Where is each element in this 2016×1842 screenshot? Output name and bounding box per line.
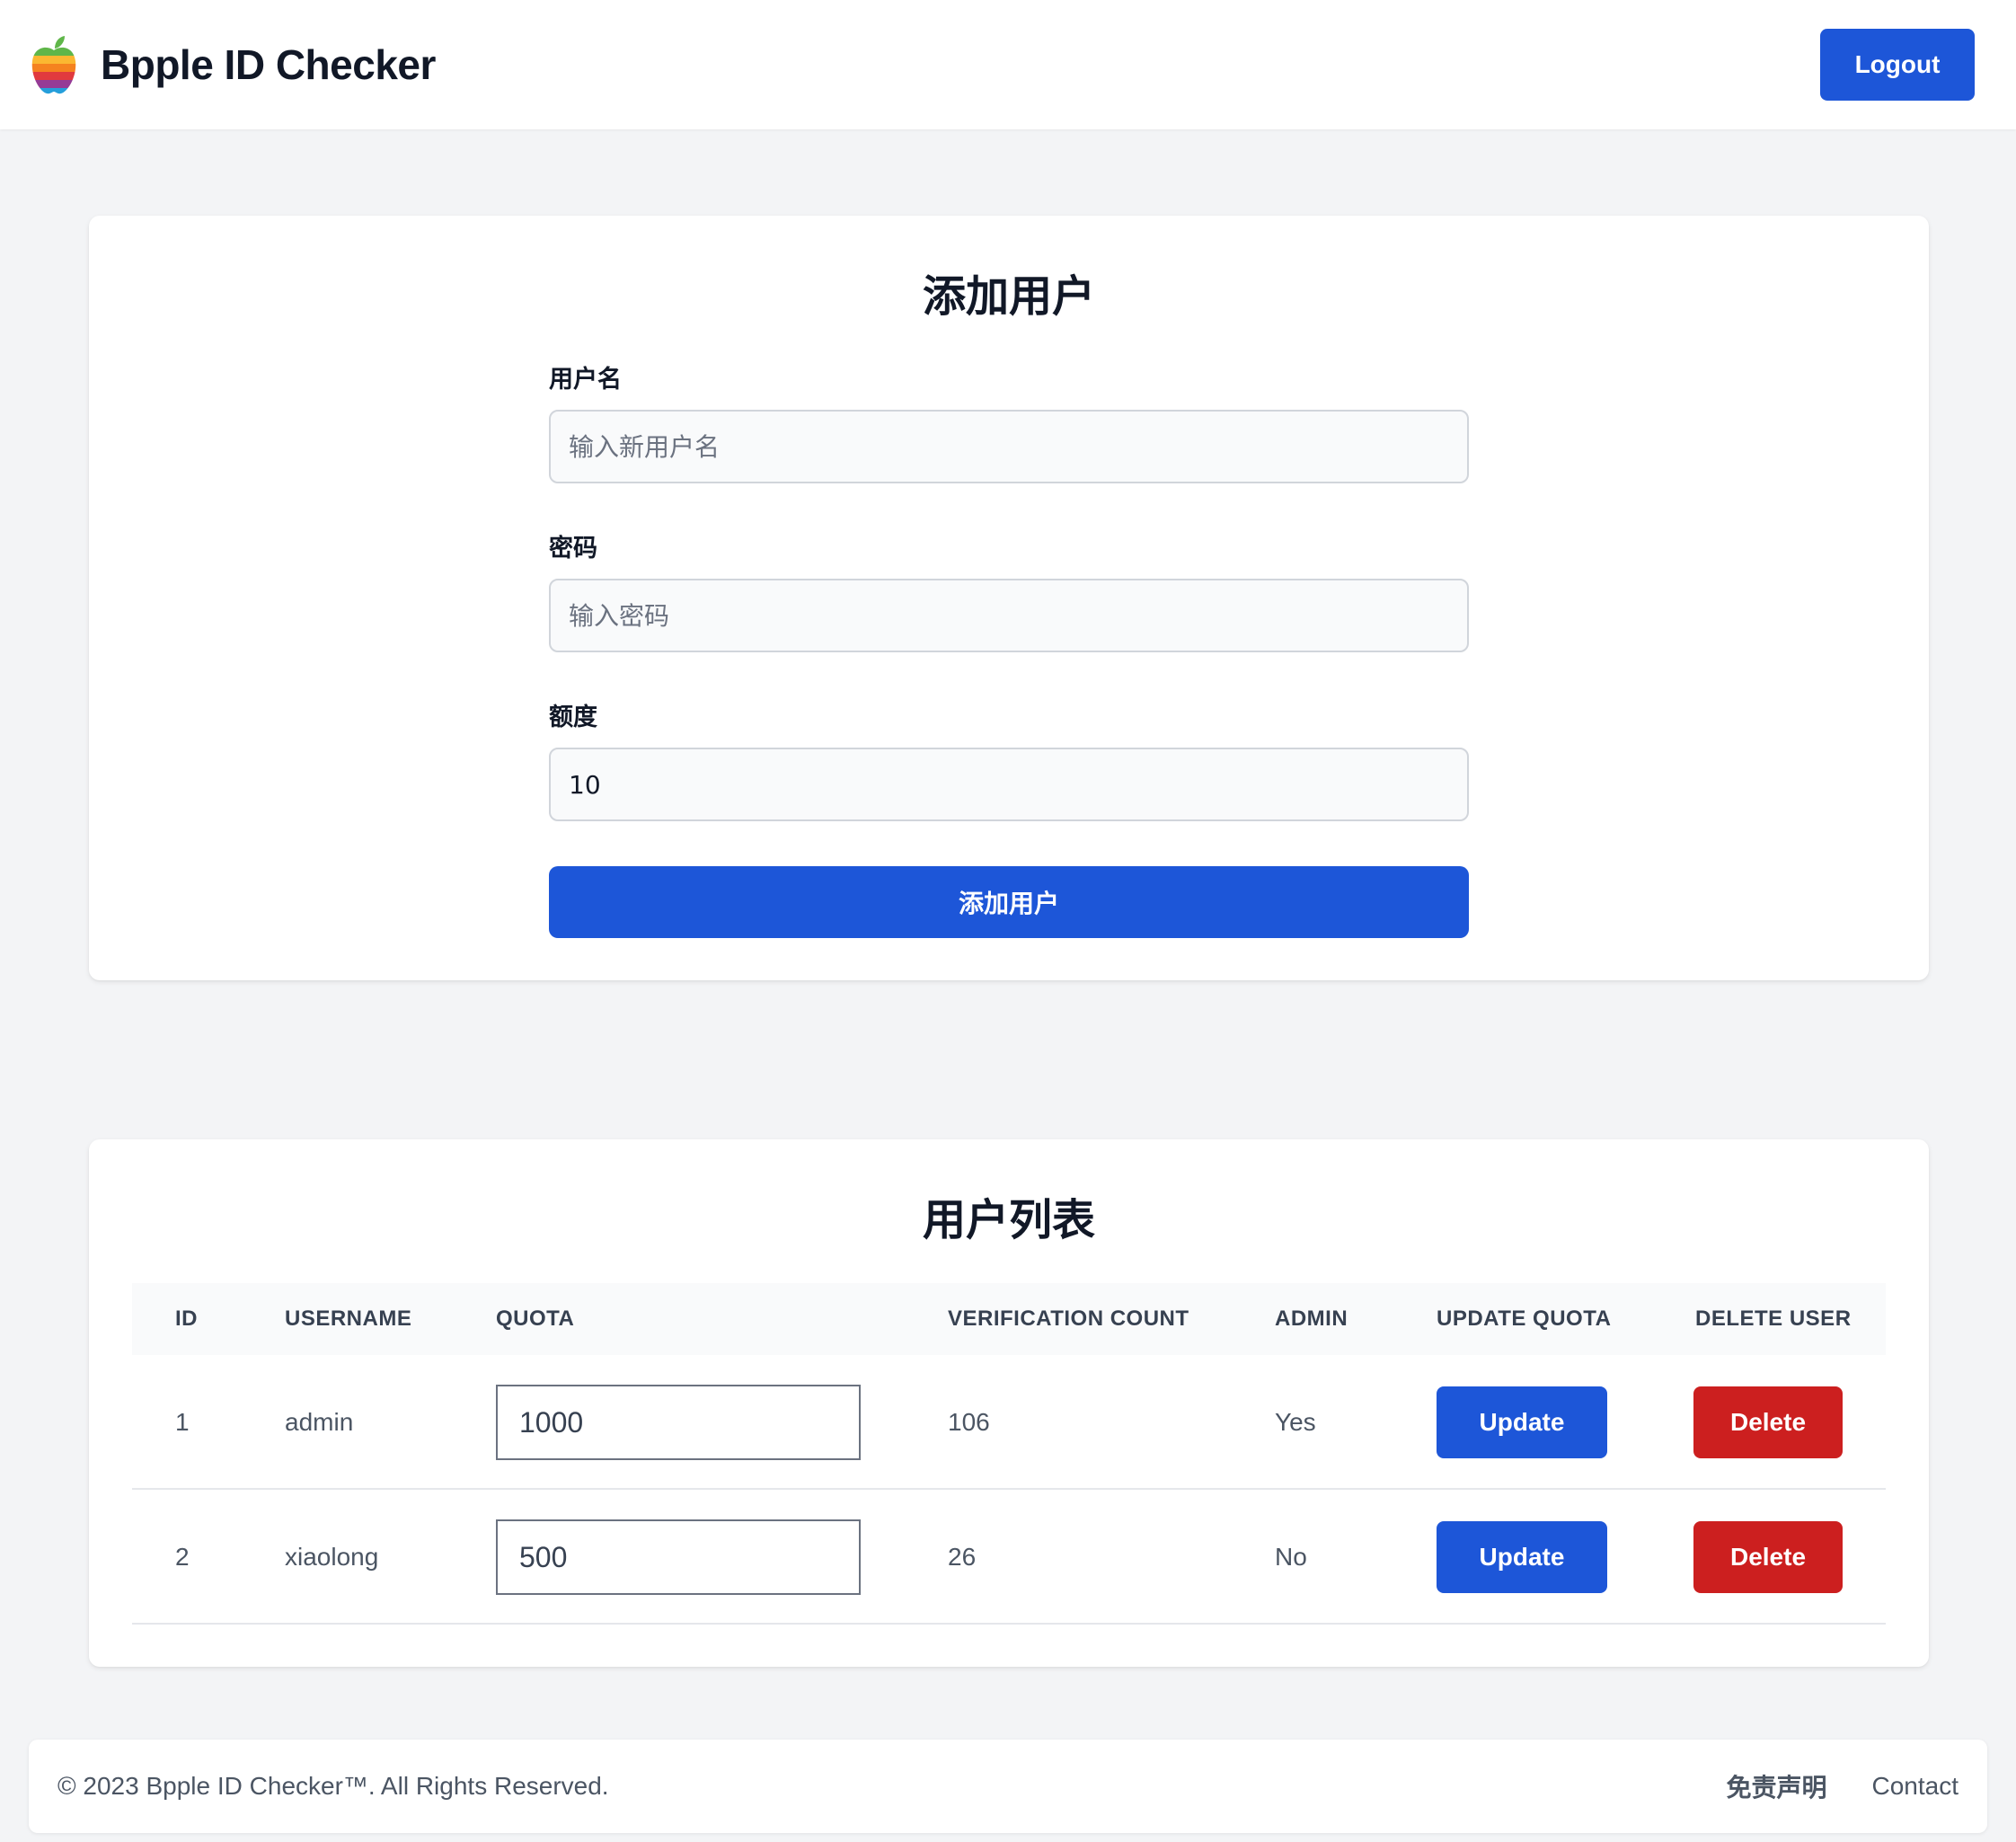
column-header-username: USERNAME	[285, 1306, 412, 1331]
add-user-card: 添加用户 用户名 密码 额度 添加用户	[89, 216, 1929, 980]
table-header: ID USERNAME QUOTA VERIFICATION COUNT ADM…	[132, 1283, 1886, 1355]
user-list-card: 用户列表 ID USERNAME QUOTA VERIFICATION COUN…	[89, 1139, 1929, 1667]
cell-username: admin	[285, 1408, 354, 1436]
column-header-admin: ADMIN	[1275, 1306, 1348, 1331]
table-row: 2 xiaolong 26 No Update Delete	[132, 1490, 1886, 1625]
cell-id: 1	[175, 1408, 190, 1436]
row-quota-input[interactable]	[496, 1519, 861, 1595]
add-user-button[interactable]: 添加用户	[549, 866, 1469, 938]
column-header-delete-user: DELETE USER	[1695, 1306, 1852, 1331]
cell-verification-count: 26	[948, 1543, 977, 1571]
footer: © 2023 Bpple ID Checker™. All Rights Res…	[29, 1740, 1987, 1833]
quota-label: 额度	[549, 704, 597, 731]
add-user-title: 添加用户	[922, 271, 1095, 322]
column-header-verification-count: VERIFICATION COUNT	[948, 1306, 1189, 1331]
column-header-update-quota: UPDATE QUOTA	[1437, 1306, 1612, 1331]
cell-admin: Yes	[1275, 1408, 1316, 1436]
password-input[interactable]	[549, 579, 1469, 652]
cell-id: 2	[175, 1543, 190, 1571]
user-list-title: 用户列表	[922, 1195, 1095, 1245]
contact-link[interactable]: Contact	[1872, 1772, 1959, 1801]
footer-links: 免责声明 Contact	[1681, 1740, 1959, 1833]
username-label: 用户名	[549, 366, 622, 394]
app-title: Bpple ID Checker	[101, 41, 436, 88]
disclaimer-link[interactable]: 免责声明	[1726, 1768, 1826, 1804]
cell-username: xiaolong	[285, 1543, 379, 1571]
top-navbar: Bpple ID Checker Logout	[0, 0, 2016, 129]
column-header-quota: QUOTA	[496, 1306, 575, 1331]
column-header-id: ID	[175, 1306, 198, 1331]
quota-input[interactable]	[549, 748, 1469, 821]
password-label: 密码	[549, 535, 597, 562]
username-input[interactable]	[549, 410, 1469, 483]
cell-admin: No	[1275, 1543, 1307, 1571]
cell-verification-count: 106	[948, 1408, 990, 1436]
update-quota-button[interactable]: Update	[1437, 1386, 1607, 1458]
table-row: 1 admin 106 Yes Update Delete	[132, 1355, 1886, 1490]
copyright-text: © 2023 Bpple ID Checker™. All Rights Res…	[57, 1772, 609, 1800]
brand[interactable]: Bpple ID Checker	[29, 32, 436, 97]
apple-rainbow-logo-icon	[31, 36, 76, 94]
update-quota-button[interactable]: Update	[1437, 1521, 1607, 1593]
delete-user-button[interactable]: Delete	[1693, 1386, 1843, 1458]
logout-button[interactable]: Logout	[1820, 29, 1975, 101]
row-quota-input[interactable]	[496, 1385, 861, 1460]
delete-user-button[interactable]: Delete	[1693, 1521, 1843, 1593]
